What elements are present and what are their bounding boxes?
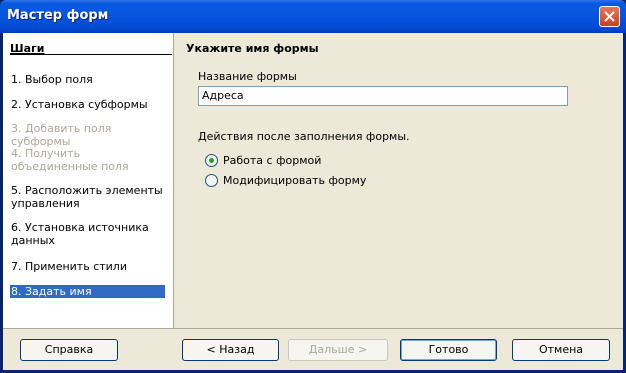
step-5[interactable]: 5. Расположить элементы управления	[10, 184, 165, 210]
actions-label: Действия после заполнения формы.	[198, 130, 410, 143]
modify-form-radio[interactable]	[205, 174, 218, 187]
form-name-label: Название формы	[198, 70, 297, 83]
radio-selected-dot	[209, 158, 214, 163]
cancel-button[interactable]: Отмена	[512, 339, 610, 361]
close-button[interactable]	[599, 6, 620, 27]
steps-divider	[10, 54, 172, 55]
close-icon	[604, 11, 615, 22]
step-8[interactable]: 8. Задать имя	[10, 285, 165, 298]
back-button[interactable]: < Назад	[182, 339, 279, 361]
work-with-form-label[interactable]: Работа с формой	[223, 154, 321, 167]
step-3: 3. Добавить поля субформы	[11, 122, 112, 148]
step-2[interactable]: 2. Установка субформы	[10, 98, 165, 111]
form-name-input[interactable]: Адреса	[198, 86, 568, 106]
button-separator	[3, 328, 623, 329]
section-title: Укажите имя формы	[186, 42, 319, 55]
step-6[interactable]: 6. Установка источника данных	[10, 221, 165, 247]
wizard-window: Мастер форм Шаги 1. Выбор поля 2. Устано…	[0, 0, 626, 373]
next-button: Дальше >	[288, 339, 388, 361]
dialog-body: Шаги 1. Выбор поля 2. Установка субформы…	[3, 33, 623, 370]
step-4: 4. Получить объединенные поля	[11, 147, 129, 173]
modify-form-label[interactable]: Модифицировать форму	[223, 174, 366, 187]
finish-button[interactable]: Готово	[400, 339, 497, 361]
steps-pane: Шаги 1. Выбор поля 2. Установка субформы…	[3, 33, 174, 328]
window-title: Мастер форм	[7, 8, 109, 23]
help-button[interactable]: Справка	[20, 339, 118, 361]
step-1[interactable]: 1. Выбор поля	[10, 73, 165, 86]
main-pane: Укажите имя формы Название формы Адреса …	[174, 33, 623, 328]
work-with-form-radio[interactable]	[205, 154, 218, 167]
step-7[interactable]: 7. Применить стили	[10, 260, 165, 273]
title-bar[interactable]: Мастер форм	[0, 0, 626, 33]
